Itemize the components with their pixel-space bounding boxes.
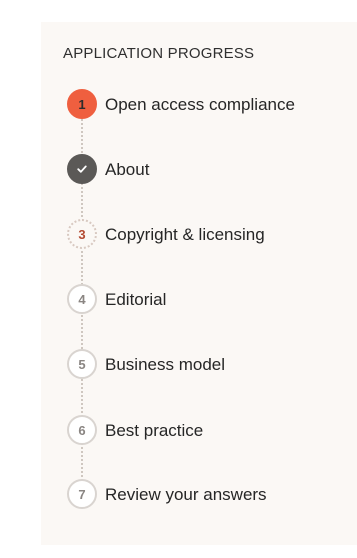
progress-step-review-your-answers[interactable]: 7 Review your answers xyxy=(67,478,267,510)
step-label: Editorial xyxy=(105,289,167,309)
progress-title: APPLICATION PROGRESS xyxy=(63,45,255,62)
progress-step-editorial[interactable]: 4 Editorial xyxy=(67,283,166,315)
step-number-badge: 1 xyxy=(67,89,97,119)
step-label: Review your answers xyxy=(105,484,267,504)
step-number-badge: 3 xyxy=(67,219,97,249)
step-number-badge: 4 xyxy=(67,284,97,314)
step-label: Open access compliance xyxy=(105,94,295,114)
progress-step-copyright-licensing[interactable]: 3 Copyright & licensing xyxy=(67,218,265,250)
step-number-badge: 5 xyxy=(67,349,97,379)
progress-step-business-model[interactable]: 5 Business model xyxy=(67,348,225,380)
step-number-badge: 7 xyxy=(67,479,97,509)
progress-step-about[interactable]: About xyxy=(67,153,149,185)
step-label: Best practice xyxy=(105,420,204,440)
progress-step-open-access-compliance[interactable]: 1 Open access compliance xyxy=(67,88,295,120)
progress-step-best-practice[interactable]: 6 Best practice xyxy=(67,414,203,446)
step-label: Business model xyxy=(105,354,226,374)
step-label: Copyright & licensing xyxy=(105,224,265,244)
step-complete-badge xyxy=(67,154,97,184)
check-icon xyxy=(77,165,87,173)
application-progress-panel: APPLICATION PROGRESS 1 Open access compl… xyxy=(41,22,357,545)
step-number-badge: 6 xyxy=(67,415,97,445)
step-label: About xyxy=(105,159,150,179)
